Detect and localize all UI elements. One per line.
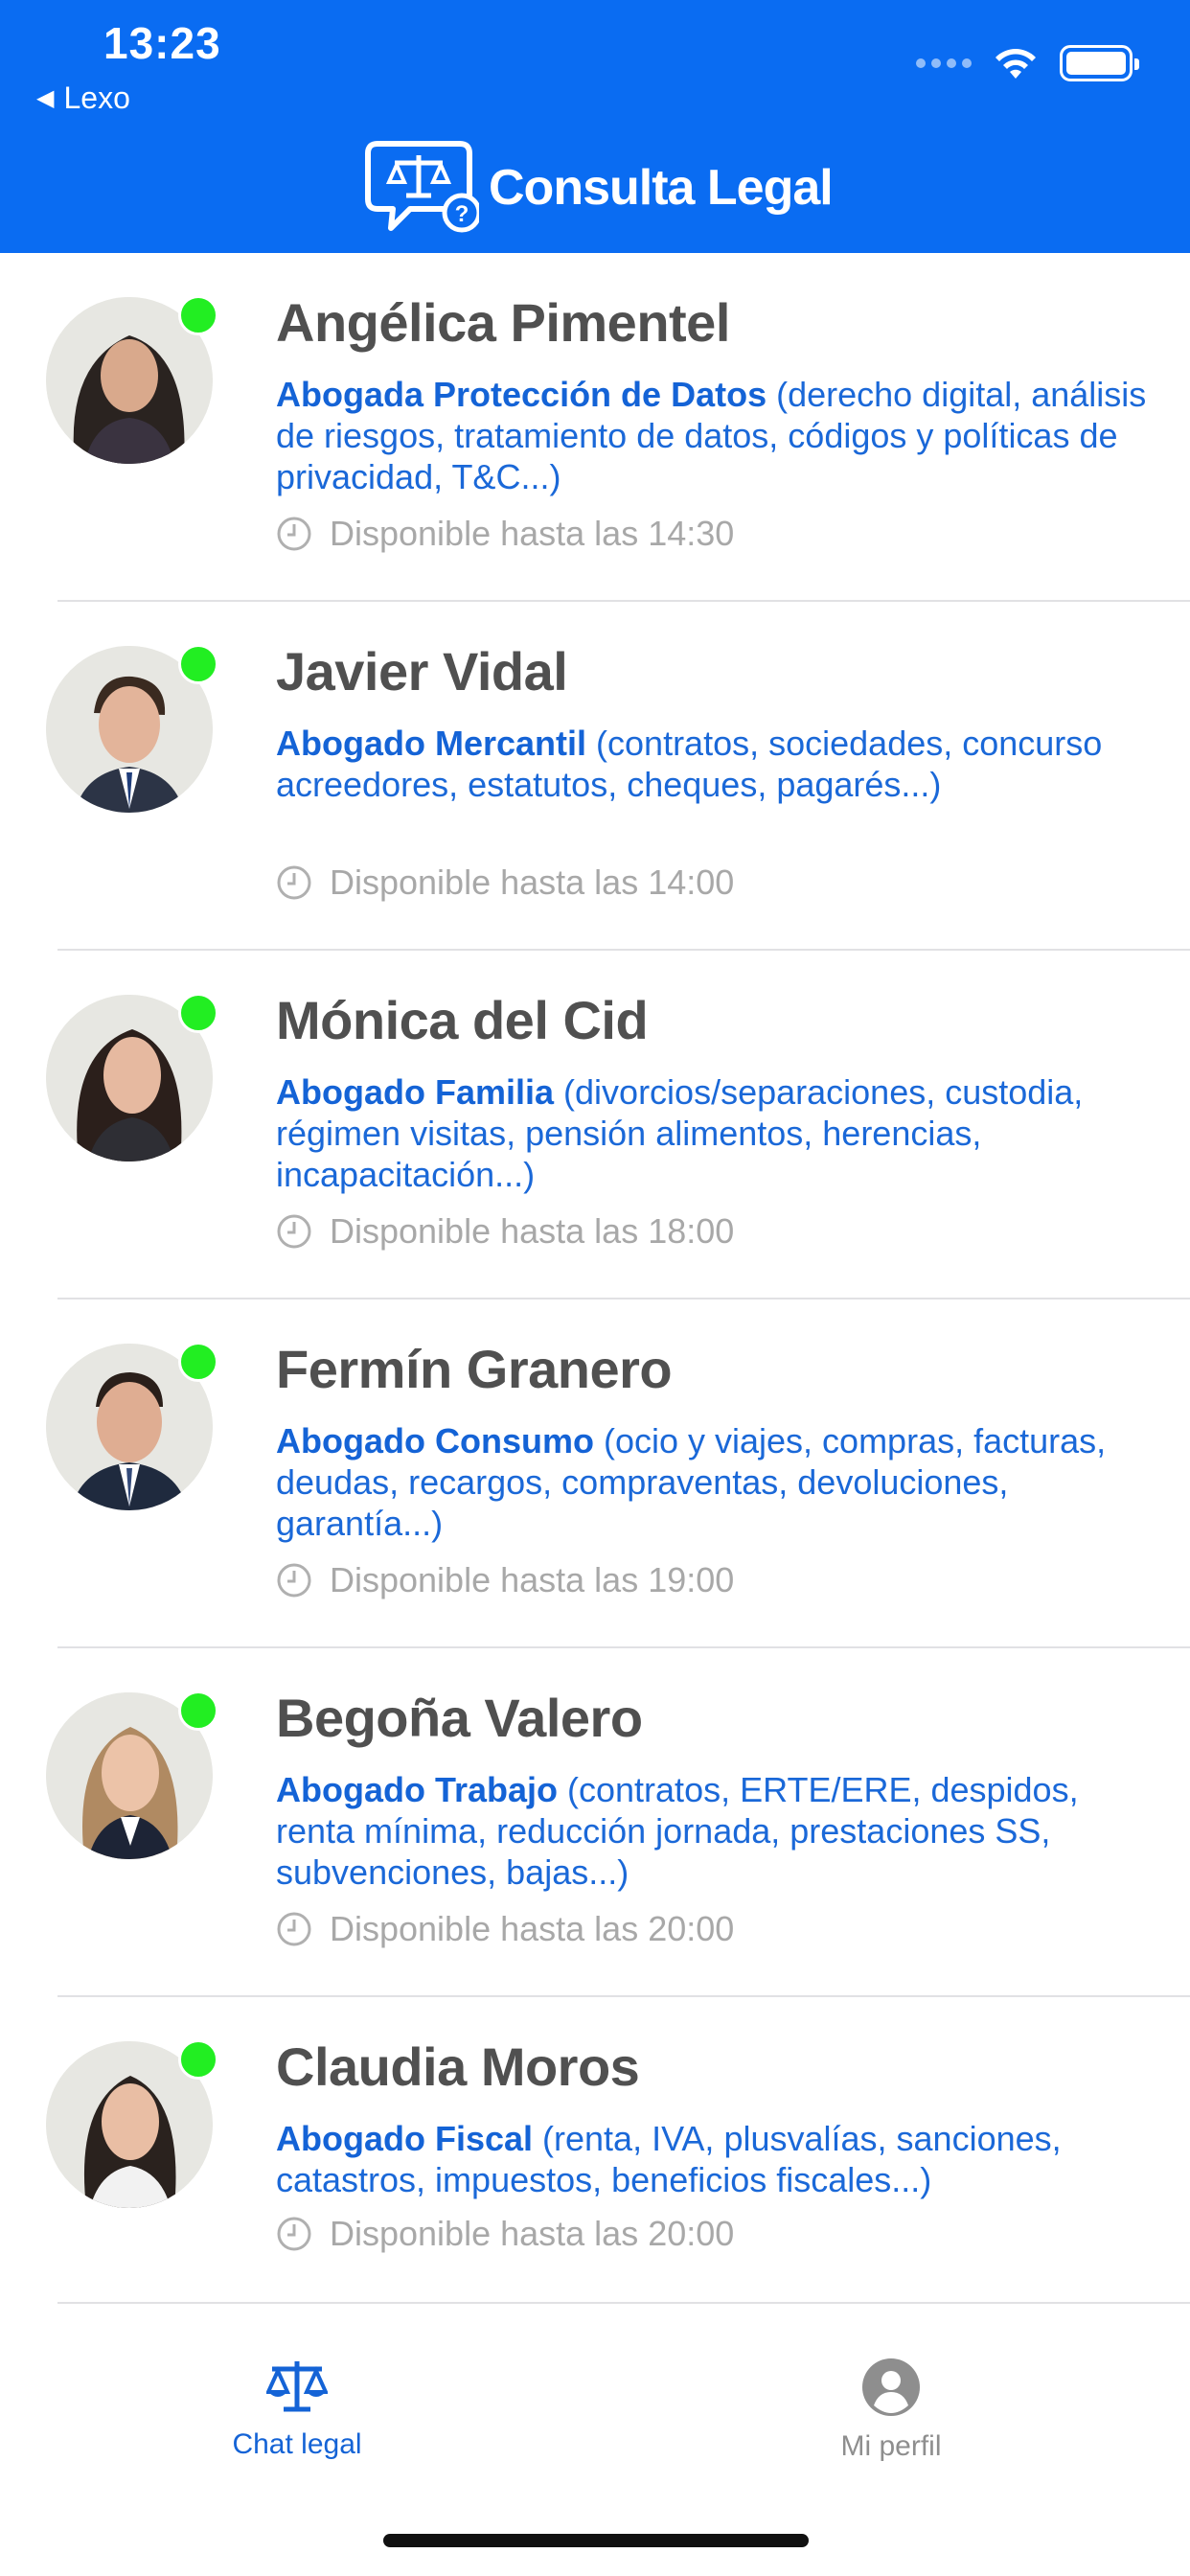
battery-icon bbox=[1060, 45, 1139, 81]
avatar bbox=[46, 644, 218, 813]
status-indicators bbox=[916, 42, 1139, 84]
avatar bbox=[46, 993, 218, 1162]
availability: Disponible hasta las 20:00 bbox=[276, 2214, 734, 2254]
specialty-title: Abogado Trabajo bbox=[276, 1770, 559, 1809]
online-status-indicator bbox=[178, 295, 218, 335]
lawyer-row[interactable]: Claudia Moros Abogado Fiscal (renta, IVA… bbox=[0, 1997, 1190, 2304]
availability-text: Disponible hasta las 20:00 bbox=[330, 2214, 735, 2253]
availability-text: Disponible hasta las 14:00 bbox=[330, 862, 735, 902]
home-indicator[interactable] bbox=[383, 2534, 809, 2547]
availability: Disponible hasta las 19:00 bbox=[276, 1560, 734, 1600]
tab-label: Mi perfil bbox=[840, 2430, 942, 2462]
availability-text: Disponible hasta las 18:00 bbox=[330, 1211, 735, 1251]
tab-mi-perfil[interactable]: Mi perfil bbox=[747, 2358, 1035, 2463]
online-status-indicator bbox=[178, 2039, 218, 2080]
lawyer-row[interactable]: Begoña Valero Abogado Trabajo (contratos… bbox=[0, 1648, 1190, 1997]
lawyer-name: Fermín Granero bbox=[276, 1339, 673, 1399]
availability-text: Disponible hasta las 19:00 bbox=[330, 1560, 735, 1599]
online-status-indicator bbox=[178, 1690, 218, 1731]
lawyer-specialty: Abogado Consumo (ocio y viajes, compras,… bbox=[276, 1420, 1157, 1544]
app-title: Consulta Legal bbox=[489, 160, 834, 216]
legal-chat-logo-icon: ? bbox=[365, 141, 479, 233]
availability: Disponible hasta las 14:00 bbox=[276, 862, 734, 903]
clock-icon bbox=[277, 517, 311, 551]
tab-chat-legal[interactable]: Chat legal bbox=[153, 2358, 441, 2461]
user-profile-icon bbox=[862, 2358, 920, 2416]
lawyer-name: Mónica del Cid bbox=[276, 990, 649, 1050]
clock-icon bbox=[277, 1563, 311, 1598]
lawyer-row[interactable]: Javier Vidal Abogado Mercantil (contrato… bbox=[0, 602, 1190, 951]
status-time: 13:23 bbox=[103, 18, 221, 68]
lawyer-specialty: Abogado Familia (divorcios/separaciones,… bbox=[276, 1071, 1157, 1195]
svg-text:?: ? bbox=[455, 201, 469, 227]
scales-of-justice-icon bbox=[266, 2361, 328, 2412]
specialty-title: Abogada Protección de Datos bbox=[276, 375, 767, 414]
lawyer-name: Claudia Moros bbox=[276, 2036, 640, 2097]
avatar bbox=[46, 2039, 218, 2208]
specialty-title: Abogado Mercantil bbox=[276, 724, 587, 763]
online-status-indicator bbox=[178, 644, 218, 684]
back-app-label: Lexo bbox=[63, 80, 130, 115]
back-arrow-icon: ◀ bbox=[36, 85, 55, 111]
avatar bbox=[46, 295, 218, 464]
avatar bbox=[46, 1342, 218, 1510]
app-header: 13:23 ◀ Lexo ? Consulta Legal bbox=[0, 0, 1190, 253]
clock-icon bbox=[277, 1214, 311, 1249]
online-status-indicator bbox=[178, 993, 218, 1033]
clock-icon bbox=[277, 865, 311, 900]
availability-text: Disponible hasta las 20:00 bbox=[330, 1909, 735, 1948]
specialty-title: Abogado Fiscal bbox=[276, 2119, 534, 2158]
avatar bbox=[46, 1690, 218, 1859]
cellular-signal-icon bbox=[916, 58, 972, 68]
lawyer-specialty: Abogado Mercantil (contratos, sociedades… bbox=[276, 723, 1157, 805]
lawyer-name: Begoña Valero bbox=[276, 1688, 643, 1748]
lawyer-specialty: Abogada Protección de Datos (derecho dig… bbox=[276, 374, 1157, 497]
availability: Disponible hasta las 18:00 bbox=[276, 1211, 734, 1252]
availability: Disponible hasta las 20:00 bbox=[276, 1909, 734, 1949]
availability: Disponible hasta las 14:30 bbox=[276, 514, 734, 554]
lawyer-name: Javier Vidal bbox=[276, 641, 568, 702]
lawyer-row[interactable]: Mónica del Cid Abogado Familia (divorcio… bbox=[0, 951, 1190, 1300]
lawyer-row[interactable]: Fermín Granero Abogado Consumo (ocio y v… bbox=[0, 1300, 1190, 1648]
lawyer-name: Angélica Pimentel bbox=[276, 292, 730, 353]
online-status-indicator bbox=[178, 1342, 218, 1382]
clock-icon bbox=[277, 1912, 311, 1946]
app-logo: ? Consulta Legal bbox=[364, 141, 834, 234]
wifi-icon bbox=[995, 49, 1036, 79]
lawyer-specialty: Abogado Trabajo (contratos, ERTE/ERE, de… bbox=[276, 1769, 1157, 1893]
lawyer-list: Angélica Pimentel Abogada Protección de … bbox=[0, 253, 1190, 2304]
lawyer-row[interactable]: Angélica Pimentel Abogada Protección de … bbox=[0, 253, 1190, 602]
back-to-app-button[interactable]: ◀ Lexo bbox=[36, 80, 130, 116]
specialty-title: Abogado Consumo bbox=[276, 1421, 594, 1460]
specialty-title: Abogado Familia bbox=[276, 1072, 555, 1112]
clock-icon bbox=[277, 2217, 311, 2251]
availability-text: Disponible hasta las 14:30 bbox=[330, 514, 735, 553]
tab-label: Chat legal bbox=[232, 2428, 362, 2460]
lawyer-specialty: Abogado Fiscal (renta, IVA, plusvalías, … bbox=[276, 2118, 1157, 2200]
